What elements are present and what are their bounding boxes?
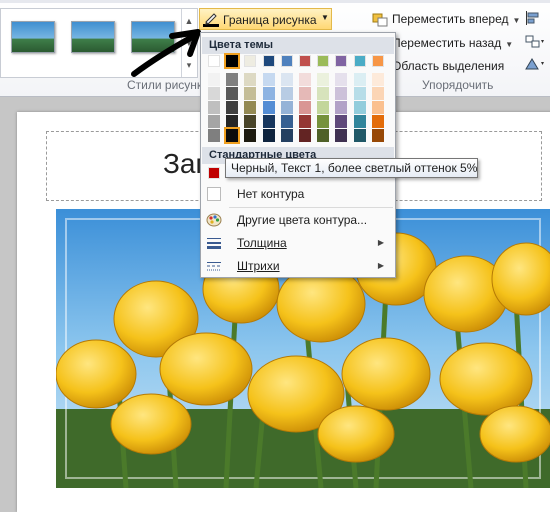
bring-forward-button[interactable]: Переместить вперед ▼ (372, 9, 520, 29)
theme-shade-swatch[interactable] (280, 73, 293, 86)
theme-shade-swatch[interactable] (224, 127, 241, 144)
theme-color-swatch[interactable] (280, 55, 293, 67)
theme-shade-swatch[interactable] (353, 115, 366, 128)
picture-styles-group-label: Стили рисунк (127, 78, 203, 92)
pen-icon (203, 13, 219, 27)
theme-shade-swatch[interactable] (226, 115, 239, 128)
theme-color-swatch[interactable] (224, 53, 241, 69)
theme-shade-swatch[interactable] (299, 101, 311, 114)
chevron-down-icon: ▼ (512, 16, 521, 25)
theme-shade-swatch[interactable] (244, 73, 257, 86)
picture-border-button[interactable]: Граница рисунка ▼ (199, 8, 332, 30)
theme-shade-swatch[interactable] (371, 115, 384, 128)
line-weight-icon (207, 238, 221, 249)
theme-shade-swatch[interactable] (335, 87, 348, 100)
theme-shade-swatch[interactable] (208, 87, 220, 100)
theme-shade-swatch[interactable] (299, 87, 311, 100)
theme-shade-swatch[interactable] (353, 129, 366, 142)
theme-shade-swatch[interactable] (299, 73, 311, 86)
theme-color-swatch[interactable] (299, 55, 311, 67)
theme-shade-swatch[interactable] (280, 115, 293, 128)
theme-color-swatch[interactable] (208, 55, 220, 67)
rotate-icon[interactable] (524, 56, 548, 74)
menu-divider (229, 207, 393, 208)
theme-colors-header: Цвета темы (202, 37, 394, 54)
theme-shade-swatch[interactable] (335, 115, 348, 128)
theme-shade-swatch[interactable] (262, 73, 275, 86)
bring-forward-label: Переместить вперед (392, 12, 509, 26)
theme-shade-swatch[interactable] (335, 101, 348, 114)
theme-color-swatch[interactable] (335, 55, 348, 67)
theme-color-swatch[interactable] (317, 55, 330, 67)
group-icon[interactable] (524, 34, 548, 52)
theme-shade-swatch[interactable] (371, 87, 384, 100)
dashes-label: Штрихи (237, 259, 280, 273)
theme-shade-swatch[interactable] (262, 101, 275, 114)
dash-style-icon (207, 262, 221, 271)
theme-shade-swatch[interactable] (280, 101, 293, 114)
palette-icon (206, 213, 222, 227)
theme-shade-swatch[interactable] (335, 129, 348, 142)
theme-shade-swatch[interactable] (299, 115, 311, 128)
theme-shade-swatch[interactable] (244, 101, 257, 114)
chevron-right-icon: ▶ (377, 238, 384, 247)
theme-shade-swatch[interactable] (226, 101, 239, 114)
theme-color-swatch[interactable] (353, 55, 366, 67)
theme-shade-swatch[interactable] (317, 73, 330, 86)
send-backward-label: Переместить назад (392, 36, 502, 50)
annotation-arrow-icon (131, 29, 201, 77)
theme-shade-swatch[interactable] (280, 129, 293, 142)
theme-shade-swatch[interactable] (208, 129, 220, 142)
standard-color-swatch[interactable] (208, 167, 220, 179)
theme-shade-swatch[interactable] (244, 129, 257, 142)
theme-shade-swatch[interactable] (317, 129, 330, 142)
theme-shade-swatch[interactable] (208, 115, 220, 128)
theme-shade-swatch[interactable] (226, 87, 239, 100)
dashes-item[interactable]: Штрихи ▶ (202, 255, 394, 277)
weight-item[interactable]: Толщина ▶ (202, 232, 394, 254)
color-tooltip: Черный, Текст 1, более светлый оттенок 5… (225, 158, 478, 178)
selection-pane-label: Область выделения (392, 59, 505, 73)
theme-shade-swatch[interactable] (371, 101, 384, 114)
theme-color-swatch[interactable] (244, 55, 257, 67)
theme-color-swatch[interactable] (262, 55, 275, 67)
picture-border-label: Граница рисунка (223, 13, 317, 27)
theme-shade-swatch[interactable] (262, 87, 275, 100)
theme-shade-swatch[interactable] (244, 87, 257, 100)
theme-shade-swatch[interactable] (208, 101, 220, 114)
align-icon[interactable] (524, 10, 548, 28)
bring-forward-icon (372, 13, 388, 27)
theme-shade-swatch[interactable] (353, 73, 366, 86)
arrange-group-label: Упорядочить (422, 78, 494, 92)
theme-shade-swatch[interactable] (244, 115, 257, 128)
no-outline-label: Нет контура (237, 187, 305, 201)
chevron-down-icon: ▼ (505, 40, 514, 49)
no-outline-swatch-icon (207, 187, 221, 201)
ribbon-top-border (0, 0, 550, 3)
picture-border-menu: Цвета темы Стандартные цвета Нет контура… (200, 32, 396, 278)
theme-shade-swatch[interactable] (262, 115, 275, 128)
theme-shade-swatch[interactable] (371, 129, 384, 142)
more-outline-colors-item[interactable]: Другие цвета контура... (202, 209, 394, 231)
picture-style-thumbnail[interactable] (71, 21, 115, 53)
theme-shade-swatch[interactable] (353, 101, 366, 114)
chevron-right-icon: ▶ (377, 261, 384, 270)
no-outline-item[interactable]: Нет контура (202, 183, 394, 205)
chevron-down-icon: ▼ (321, 13, 329, 22)
more-outline-colors-label: Другие цвета контура... (237, 213, 368, 227)
theme-color-swatch[interactable] (371, 55, 384, 67)
picture-style-thumbnail[interactable] (11, 21, 55, 53)
theme-shade-swatch[interactable] (353, 87, 366, 100)
weight-label: Толщина (237, 236, 287, 250)
theme-shade-swatch[interactable] (317, 115, 330, 128)
theme-shade-swatch[interactable] (317, 87, 330, 100)
theme-shade-swatch[interactable] (317, 101, 330, 114)
theme-shade-swatch[interactable] (208, 73, 220, 86)
theme-shade-swatch[interactable] (299, 129, 311, 142)
theme-shade-swatch[interactable] (371, 73, 384, 86)
theme-shade-swatch[interactable] (280, 87, 293, 100)
theme-shade-swatch[interactable] (262, 129, 275, 142)
theme-shade-swatch[interactable] (335, 73, 348, 86)
theme-shade-swatch[interactable] (226, 73, 239, 86)
